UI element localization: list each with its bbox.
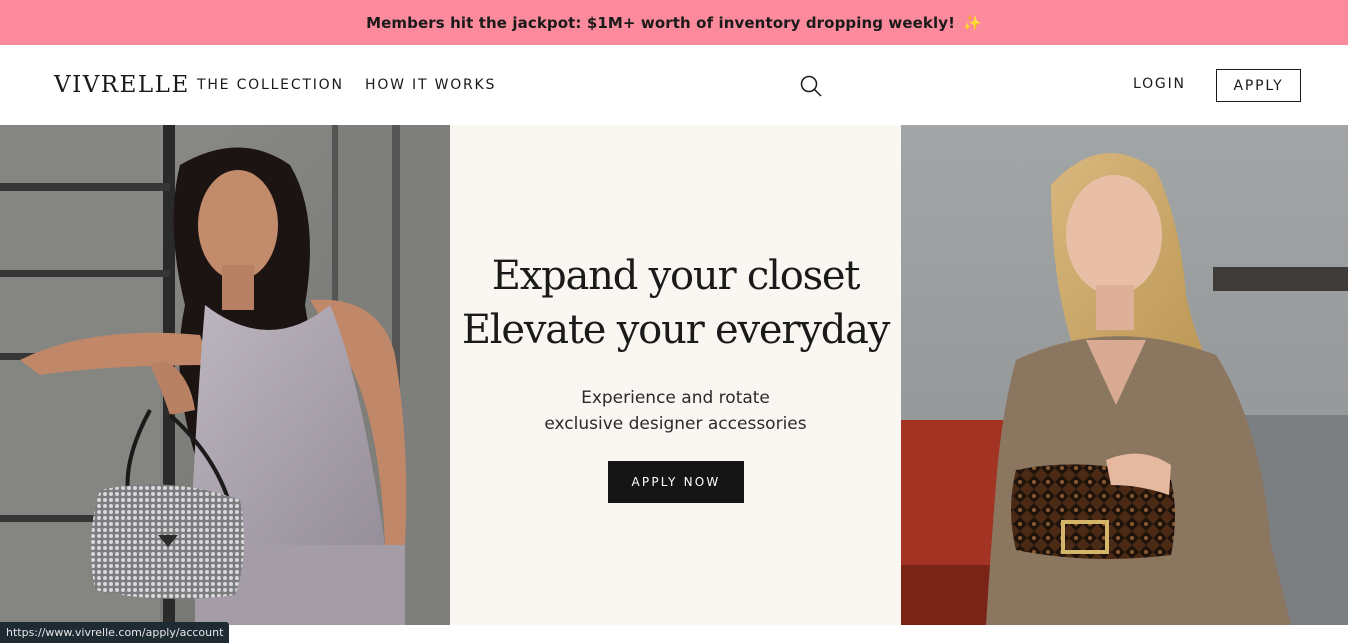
nav-how-it-works[interactable]: HOW IT WORKS (365, 77, 496, 93)
brand-logo[interactable]: VIVRELLE (54, 72, 190, 98)
hero-headline-line1: Expand your closet (491, 253, 861, 299)
hero-subtext-line2: exclusive designer accessories (544, 414, 807, 434)
apply-now-button[interactable]: APPLY NOW (608, 461, 744, 503)
hero-image-right (901, 125, 1348, 625)
hero-image-left (0, 125, 450, 625)
promo-banner: Members hit the jackpot: $1M+ worth of i… (0, 0, 1348, 45)
hero-copy-panel: Expand your closet Elevate your everyday… (450, 125, 901, 625)
hero-headline-line2: Elevate your everyday (461, 307, 891, 353)
browser-status-url: https://www.vivrelle.com/apply/account (0, 622, 230, 643)
nav-the-collection[interactable]: THE COLLECTION (197, 77, 344, 93)
sparkle-icon: ✨ (963, 13, 982, 32)
login-link[interactable]: LOGIN (1133, 76, 1186, 92)
hero-section: Expand your closet Elevate your everyday… (0, 125, 1348, 625)
site-header: VIVRELLE THE COLLECTION HOW IT WORKS LOG… (0, 45, 1348, 125)
hero-subtext-line1: Experience and rotate (581, 388, 770, 408)
search-icon[interactable] (799, 74, 823, 98)
promo-text: Members hit the jackpot: $1M+ worth of i… (366, 13, 956, 32)
apply-button[interactable]: APPLY (1216, 69, 1301, 102)
